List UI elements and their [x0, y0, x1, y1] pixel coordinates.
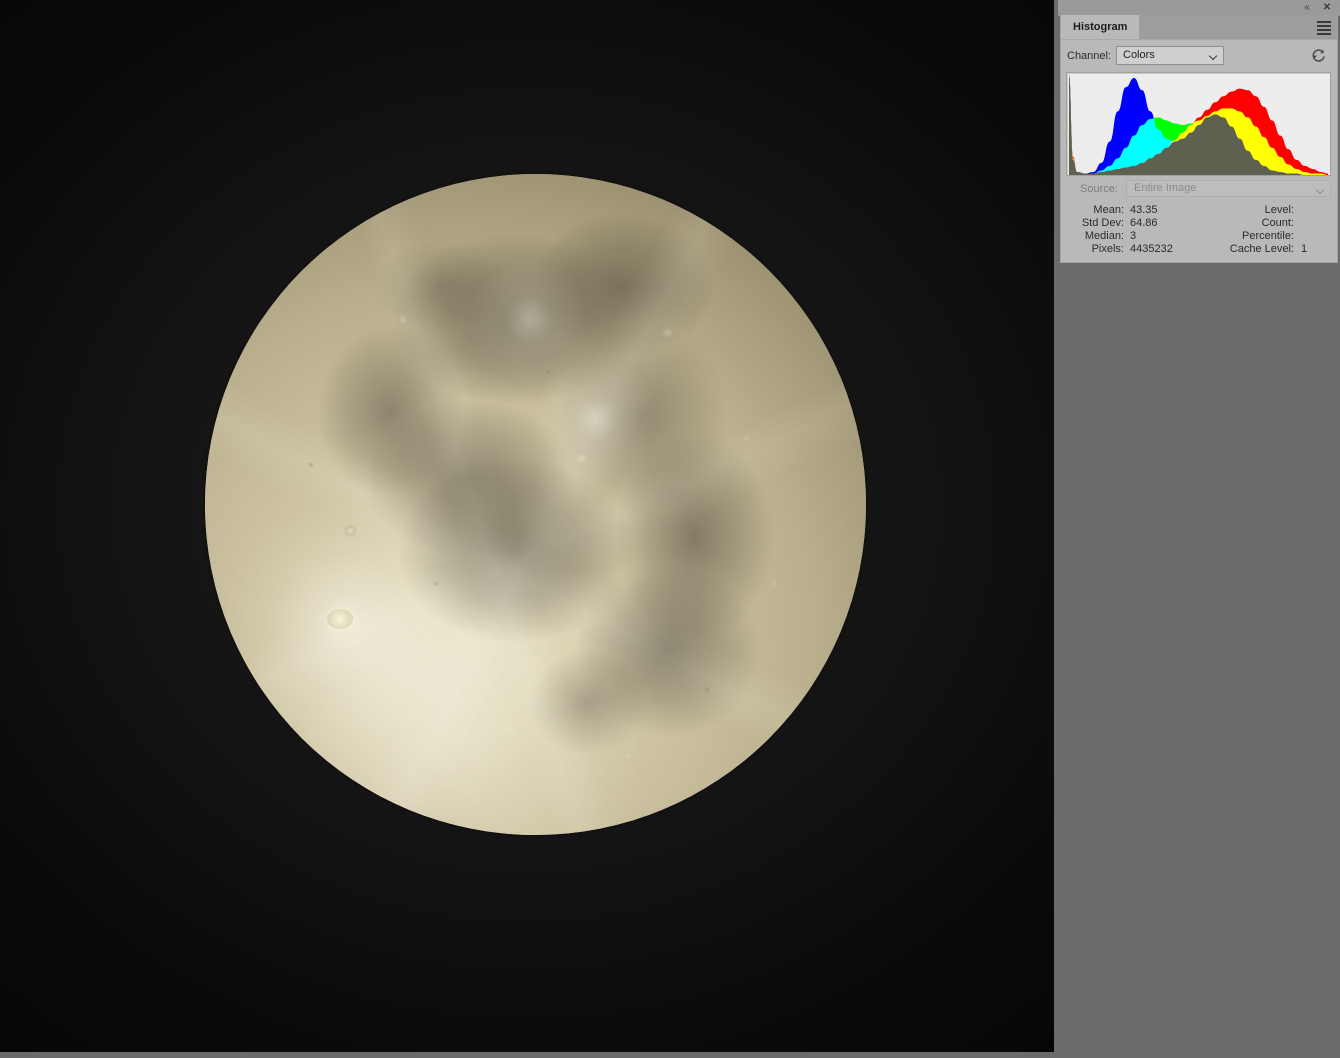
chevron-down-icon: [1317, 187, 1324, 192]
histogram-statistics: Mean: 43.35 Level: Std Dev: 64.86 Count: Media…: [1066, 204, 1331, 256]
stat-value-secondary: 1: [1301, 243, 1308, 255]
statistics-table: Mean: 43.35 Level: Std Dev: 64.86 Count: Media…: [1066, 204, 1331, 256]
stat-label: Pixels:: [1091, 243, 1124, 255]
close-icon[interactable]: ✕: [1320, 1, 1334, 14]
stat-label: Mean:: [1093, 204, 1124, 216]
stat-value: 3: [1130, 230, 1137, 242]
stat-label: Std Dev:: [1081, 217, 1124, 229]
stat-label-secondary: Level:: [1264, 204, 1294, 216]
stat-value: 4435232: [1130, 243, 1173, 255]
histogram-graph[interactable]: [1066, 72, 1331, 176]
channel-row: Channel: Colors: [1067, 46, 1329, 70]
stat-value-secondary: [1294, 217, 1331, 230]
source-row: Source: Entire Image: [1066, 180, 1331, 200]
stat-value-secondary: [1294, 204, 1331, 217]
source-label: Source:: [1080, 183, 1118, 195]
moon-disc: [205, 174, 866, 835]
statistics-row: Median: 3 Percentile:: [1066, 230, 1331, 243]
panel-tab-bar: Histogram: [1061, 15, 1337, 40]
stat-label: Median:: [1084, 230, 1124, 242]
stat-value-secondary: [1294, 230, 1331, 243]
image-canvas[interactable]: [0, 0, 1054, 1052]
chevron-down-icon: [1210, 53, 1217, 58]
histogram-panel: Histogram Channel: Colors Source: Entire…: [1060, 15, 1338, 263]
histogram-plot: [1069, 75, 1328, 175]
stat-value: 64.86: [1130, 217, 1158, 229]
histogram-series: [1069, 75, 1328, 175]
tab-histogram[interactable]: Histogram: [1061, 15, 1140, 39]
source-select-value: Entire Image: [1134, 182, 1197, 194]
statistics-row: Mean: 43.35 Level:: [1066, 204, 1331, 217]
double-chevron-left-icon[interactable]: «: [1300, 1, 1314, 14]
moon-image: [205, 174, 866, 835]
panel-menu-icon[interactable]: [1317, 21, 1331, 35]
stat-label-secondary: Count:: [1261, 217, 1294, 229]
source-select[interactable]: Entire Image: [1126, 180, 1331, 197]
channel-select[interactable]: Colors: [1116, 46, 1224, 65]
dock-titlebar: « ✕: [1058, 0, 1340, 16]
refresh-icon[interactable]: [1310, 47, 1327, 64]
stat-label-secondary: Percentile:: [1242, 230, 1294, 242]
channel-label: Channel:: [1067, 50, 1112, 62]
stat-value: 43.35: [1130, 204, 1158, 216]
channel-select-value: Colors: [1123, 49, 1155, 61]
moon-limb-shading: [205, 174, 866, 835]
stat-label-secondary: Cache Level:: [1229, 243, 1294, 255]
photoshop-window: « ✕ Histogram Channel: Colors Source: En…: [0, 0, 1340, 1058]
statistics-row: Pixels: 4435232 Cache Level: 1: [1066, 243, 1331, 256]
right-dock: « ✕ Histogram Channel: Colors Source: En…: [1058, 0, 1340, 1058]
statistics-row: Std Dev: 64.86 Count:: [1066, 217, 1331, 230]
